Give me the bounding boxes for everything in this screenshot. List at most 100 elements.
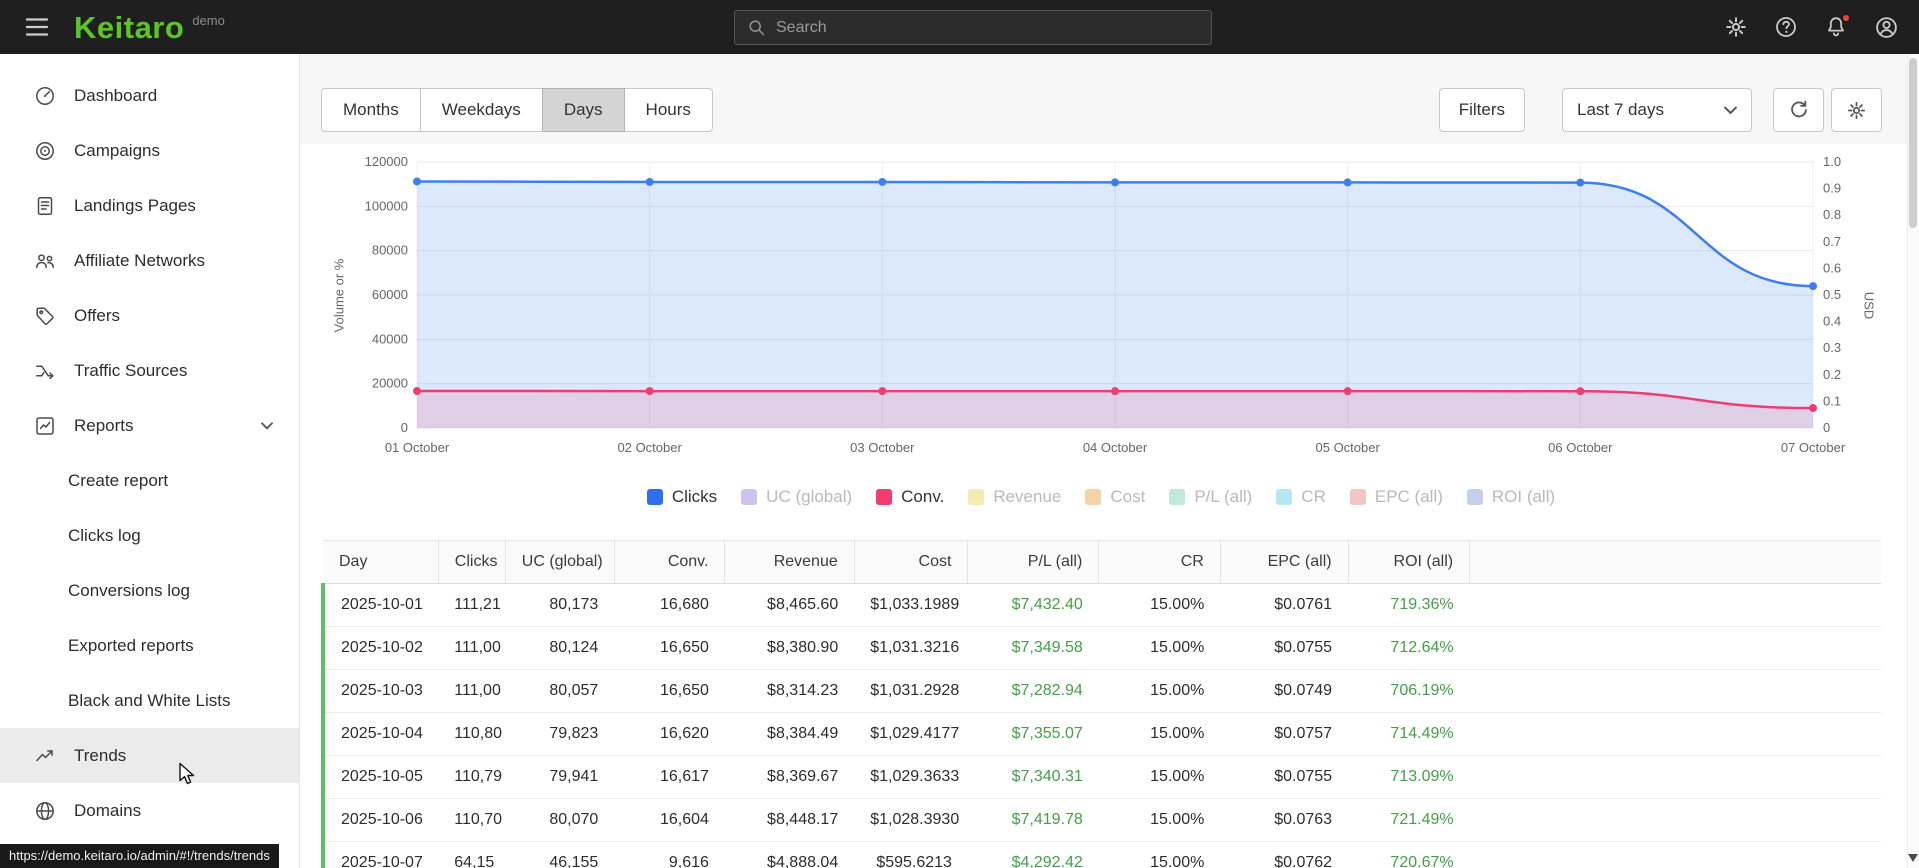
scrollbar-thumb[interactable]: [1909, 58, 1917, 228]
table-row[interactable]: 2025-10-07 64,15 46,155 9,616 $4,888.04 $595.…: [320, 841, 1881, 868]
sidebar-item-exported-reports[interactable]: Exported reports: [0, 618, 299, 673]
cell: $1,031.2928: [854, 669, 968, 713]
sidebar-item-dashboard[interactable]: Dashboard: [0, 68, 299, 123]
cell: 80,070: [505, 798, 615, 842]
tab-weekdays[interactable]: Weekdays: [419, 88, 543, 132]
sidebar-item-trends[interactable]: Trends: [0, 728, 299, 783]
tab-hours[interactable]: Hours: [623, 88, 713, 132]
trends-chart: 0 20000 40000 60000 80000 100000 120000 0 0.1 0.2…: [365, 154, 1846, 455]
cell: 80,057: [505, 669, 615, 713]
sidebar-item-label: Campaigns: [74, 140, 160, 160]
legend-item-clicks[interactable]: Clicks: [646, 487, 717, 507]
sidebar-item-label: Clicks log: [68, 525, 141, 545]
svg-text:120000: 120000: [365, 154, 408, 169]
sidebar-item-campaigns[interactable]: Campaigns: [0, 123, 299, 178]
cell: 2025-10-05: [320, 755, 439, 799]
table-row[interactable]: 2025-10-02 111,00 80,124 16,650 $8,380.90 $1,…: [320, 626, 1881, 670]
date-range-select[interactable]: Last 7 days: [1562, 88, 1752, 132]
legend-swatch: [876, 489, 893, 505]
sidebar-item-label: Traffic Sources: [74, 360, 188, 380]
dashboard-icon: [34, 85, 56, 107]
cell: $7,340.31: [967, 755, 1099, 799]
notifications-bell-icon[interactable]: [1823, 13, 1851, 40]
column-header[interactable]: Day: [323, 540, 439, 584]
legend-item-p-l-all[interactable]: P/L (all): [1169, 487, 1252, 507]
user-avatar-icon[interactable]: [1873, 14, 1899, 40]
legend-item-cr[interactable]: CR: [1276, 487, 1326, 507]
traffic-sources-icon: [34, 360, 56, 382]
cell: $0.0763: [1220, 798, 1349, 842]
scroll-down-arrow-icon[interactable]: [1908, 854, 1918, 862]
svg-text:05 October: 05 October: [1316, 440, 1381, 455]
cell: 2025-10-02: [320, 626, 439, 670]
legend-item-roi-all[interactable]: ROI (all): [1466, 487, 1555, 507]
table-row[interactable]: 2025-10-06 110,70 80,070 16,604 $8,448.17 $1,…: [320, 798, 1881, 842]
cell: $8,465.60: [724, 583, 855, 627]
table-row[interactable]: 2025-10-05 110,79 79,941 16,617 $8,369.67 $1,…: [320, 755, 1881, 799]
tab-months[interactable]: Months: [321, 88, 421, 132]
column-header[interactable]: Clicks: [437, 540, 506, 584]
legend-item-epc-all[interactable]: EPC (all): [1349, 487, 1443, 507]
refresh-icon: [1790, 100, 1807, 118]
hamburger-menu-icon[interactable]: [24, 16, 50, 38]
table-row[interactable]: 2025-10-01 111,21 80,173 16,680 $8,465.60 $1,…: [320, 583, 1881, 627]
table-row[interactable]: 2025-10-04 110,80 79,823 16,620 $8,384.49 $1,…: [320, 712, 1881, 756]
cell: 16,680: [614, 583, 725, 627]
app-logo[interactable]: Keitaro: [74, 12, 184, 43]
refresh-button[interactable]: [1773, 88, 1824, 132]
settings-gear-icon[interactable]: [1723, 14, 1749, 40]
sidebar-item-affiliate-networks[interactable]: Affiliate Networks: [0, 233, 299, 288]
table-row[interactable]: 2025-10-03 111,00 80,057 16,650 $8,314.23 $1,…: [320, 669, 1881, 713]
search-input[interactable]: [776, 18, 1199, 37]
sidebar-item-landing-pages[interactable]: Landings Pages: [0, 178, 299, 233]
legend-item-conv[interactable]: Conv.: [876, 487, 944, 507]
domains-icon: [34, 800, 56, 822]
campaigns-icon: [34, 140, 56, 162]
chart-settings-button[interactable]: [1831, 88, 1882, 132]
cell: $1,029.3633: [854, 755, 968, 799]
legend-label: Cost: [1110, 487, 1146, 506]
cell: $7,419.78: [967, 798, 1099, 842]
cell: 16,620: [614, 712, 725, 756]
cell: $7,432.40: [967, 583, 1099, 627]
sidebar-item-traffic-sources[interactable]: Traffic Sources: [0, 343, 299, 398]
sidebar-item-black-and-white-lists[interactable]: Black and White Lists: [0, 673, 299, 728]
column-header[interactable]: UC (global): [504, 540, 615, 584]
svg-text:06 October: 06 October: [1548, 440, 1613, 455]
global-search[interactable]: [734, 10, 1212, 45]
help-icon[interactable]: [1773, 14, 1799, 40]
filters-button[interactable]: Filters: [1438, 88, 1525, 132]
legend-label: EPC (all): [1374, 487, 1443, 506]
column-filler: [1469, 540, 1881, 584]
column-header[interactable]: Revenue: [724, 540, 855, 584]
cell: 15.00%: [1098, 669, 1221, 713]
sidebar-item-create-report[interactable]: Create report: [0, 453, 299, 508]
url-tooltip: https://demo.keitaro.io/admin/#!/trends/…: [0, 844, 279, 868]
sidebar-item-offers[interactable]: Offers: [0, 288, 299, 343]
tab-days[interactable]: Days: [541, 88, 625, 132]
cell-filler: [1469, 626, 1881, 670]
column-header[interactable]: Conv.: [613, 540, 725, 584]
cell: $8,369.67: [724, 755, 855, 799]
legend-item-cost[interactable]: Cost: [1085, 487, 1145, 507]
column-header[interactable]: EPC (all): [1219, 540, 1349, 584]
trends-icon: [34, 745, 56, 767]
column-header[interactable]: CR: [1098, 540, 1221, 584]
column-header[interactable]: P/L (all): [967, 540, 1099, 584]
svg-text:0: 0: [401, 420, 408, 435]
page-scrollbar[interactable]: [1907, 54, 1919, 868]
trends-table-container: Day Clicks UC (global) Conv. Revenue Cost P/L …: [320, 540, 1881, 868]
affiliate-networks-icon: [34, 250, 56, 272]
sidebar-item-clicks-log[interactable]: Clicks log: [0, 508, 299, 563]
reports-icon: [34, 415, 56, 437]
column-header[interactable]: ROI (all): [1347, 540, 1470, 584]
legend-swatch: [1169, 489, 1186, 505]
landing-pages-icon: [34, 195, 56, 217]
sidebar-item-reports[interactable]: Reports: [0, 398, 299, 453]
legend-item-uc-global[interactable]: UC (global): [741, 487, 852, 507]
sidebar-item-domains[interactable]: Domains: [0, 783, 299, 838]
sidebar-item-conversions-log[interactable]: Conversions log: [0, 563, 299, 618]
column-header[interactable]: Cost: [853, 540, 968, 584]
legend-item-revenue[interactable]: Revenue: [968, 487, 1061, 507]
cell: 2025-10-03: [320, 669, 439, 713]
